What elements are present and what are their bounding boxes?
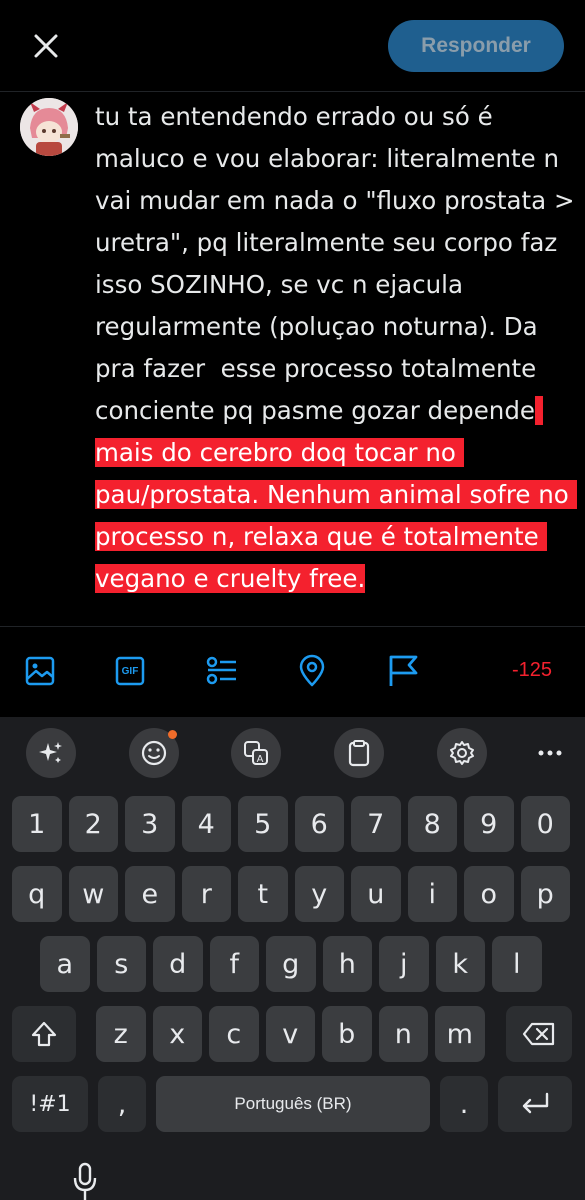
microphone-icon xyxy=(73,1162,97,1200)
more-icon xyxy=(538,750,562,756)
key-t[interactable]: t xyxy=(238,866,288,922)
comma-key[interactable]: , xyxy=(98,1076,146,1132)
key-p[interactable]: p xyxy=(520,866,570,922)
key-j[interactable]: j xyxy=(379,936,429,992)
key-s[interactable]: s xyxy=(96,936,146,992)
anime-avatar-icon xyxy=(20,98,78,156)
key-d[interactable]: d xyxy=(153,936,203,992)
flag-icon xyxy=(389,655,418,686)
key-g[interactable]: g xyxy=(266,936,316,992)
shift-key[interactable] xyxy=(12,1006,76,1062)
key-7[interactable]: 7 xyxy=(351,796,401,852)
tweet-text-over-limit: mais do cerebro doq tocar no pau/prostat… xyxy=(95,396,577,593)
space-key[interactable]: Português (BR) xyxy=(156,1076,430,1132)
backspace-key[interactable] xyxy=(506,1006,572,1062)
backspace-icon xyxy=(522,1022,555,1046)
key-c[interactable]: c xyxy=(209,1006,259,1062)
key-k[interactable]: k xyxy=(435,936,485,992)
location-button[interactable] xyxy=(294,653,330,689)
key-3[interactable]: 3 xyxy=(125,796,175,852)
reply-button[interactable]: Responder xyxy=(388,20,564,72)
translate-button[interactable]: A xyxy=(231,728,281,778)
poll-icon xyxy=(206,656,236,685)
key-h[interactable]: h xyxy=(322,936,372,992)
key-b[interactable]: b xyxy=(322,1006,372,1062)
notification-dot xyxy=(168,730,177,739)
key-y[interactable]: y xyxy=(294,866,344,922)
key-u[interactable]: u xyxy=(351,866,401,922)
key-4[interactable]: 4 xyxy=(181,796,231,852)
keyboard-toolbar: A xyxy=(0,717,585,787)
key-z[interactable]: z xyxy=(96,1006,146,1062)
compose-toolbar: GIF -125 xyxy=(0,627,585,717)
key-n[interactable]: n xyxy=(378,1006,428,1062)
image-button[interactable] xyxy=(22,653,58,689)
key-1[interactable]: 1 xyxy=(12,796,62,852)
period-key[interactable]: . xyxy=(440,1076,488,1132)
key-q[interactable]: q xyxy=(12,866,62,922)
key-e[interactable]: e xyxy=(125,866,175,922)
emoji-icon xyxy=(141,740,167,766)
settings-icon xyxy=(450,741,474,765)
flag-button[interactable] xyxy=(385,653,421,689)
keyboard: A !#1 , Português (BR) . 1 2 3 4 5 6 7 8… xyxy=(0,717,585,1200)
clipboard-button[interactable] xyxy=(334,728,384,778)
symbols-key[interactable]: !#1 xyxy=(12,1076,88,1132)
translate-icon: A xyxy=(244,741,268,765)
sparkle-icon xyxy=(39,742,62,763)
character-counter: -125 xyxy=(512,659,553,681)
clipboard-icon xyxy=(348,740,370,767)
key-a[interactable]: a xyxy=(40,936,90,992)
shift-icon xyxy=(31,1021,57,1047)
key-6[interactable]: 6 xyxy=(294,796,344,852)
microphone-button[interactable] xyxy=(70,1162,100,1200)
key-w[interactable]: w xyxy=(68,866,118,922)
key-m[interactable]: m xyxy=(435,1006,485,1062)
key-v[interactable]: v xyxy=(265,1006,315,1062)
key-9[interactable]: 9 xyxy=(464,796,514,852)
gif-button[interactable]: GIF xyxy=(112,653,148,689)
key-8[interactable]: 8 xyxy=(407,796,457,852)
tweet-compose-text[interactable]: tu ta entendendo errado ou só é maluco e… xyxy=(95,96,577,600)
image-icon xyxy=(25,656,55,686)
enter-key[interactable] xyxy=(498,1076,572,1132)
key-5[interactable]: 5 xyxy=(238,796,288,852)
key-f[interactable]: f xyxy=(209,936,259,992)
key-i[interactable]: i xyxy=(407,866,457,922)
more-button[interactable] xyxy=(526,728,574,778)
gif-label: GIF xyxy=(121,665,139,677)
key-0[interactable]: 0 xyxy=(520,796,570,852)
sparkle-button[interactable] xyxy=(26,728,76,778)
key-x[interactable]: x xyxy=(152,1006,202,1062)
header-divider xyxy=(0,91,585,92)
poll-button[interactable] xyxy=(203,653,239,689)
location-icon xyxy=(299,654,325,687)
enter-icon xyxy=(522,1092,549,1114)
key-l[interactable]: l xyxy=(492,936,542,992)
close-button[interactable] xyxy=(26,26,66,66)
settings-button[interactable] xyxy=(437,728,487,778)
emoji-button[interactable] xyxy=(129,728,179,778)
key-o[interactable]: o xyxy=(464,866,514,922)
tweet-text-normal: tu ta entendendo errado ou só é maluco e… xyxy=(95,102,583,425)
close-icon xyxy=(34,34,58,58)
key-r[interactable]: r xyxy=(181,866,231,922)
compose-header: Responder xyxy=(0,0,585,92)
key-2[interactable]: 2 xyxy=(68,796,118,852)
avatar[interactable] xyxy=(20,98,78,156)
svg-text:A: A xyxy=(257,754,264,765)
